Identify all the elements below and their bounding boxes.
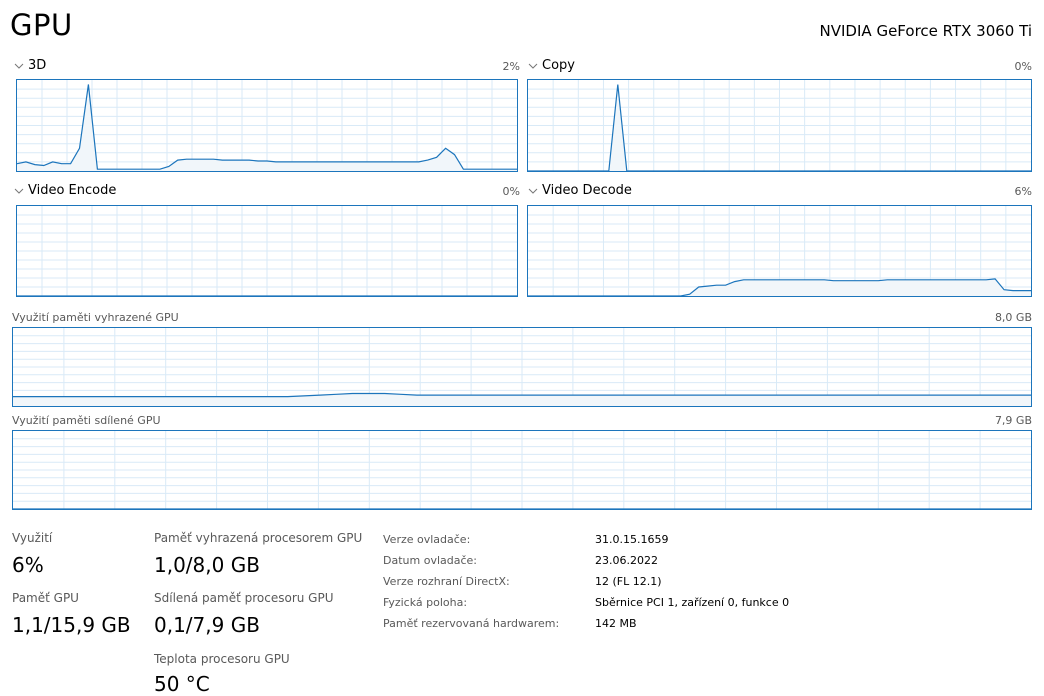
hardware-reserved-value: 142 MB: [595, 617, 637, 630]
engine-graph-3d: [16, 79, 518, 172]
directx-version-label: Verze rozhraní DirectX:: [383, 575, 510, 588]
engine-percent-video-decode: 6%: [1014, 185, 1032, 198]
dedicated-memory-label: Paměť vyhrazená procesorem GPU: [154, 531, 363, 545]
chevron-down-icon: [14, 188, 24, 194]
dedicated-memory-graph: [12, 327, 1032, 407]
shared-memory-max: 7,9 GB: [994, 414, 1032, 427]
temperature-label: Teplota procesoru GPU: [154, 652, 290, 666]
driver-date-value: 23.06.2022: [595, 554, 658, 567]
directx-version-value: 12 (FL 12.1): [595, 575, 662, 588]
driver-date-label: Datum ovladače:: [383, 554, 477, 567]
engine-selector-copy[interactable]: Copy: [528, 58, 575, 73]
engine-graph-copy: [527, 79, 1032, 172]
page-title: GPU: [10, 8, 73, 42]
engine-graph-copy-svg: [528, 80, 1031, 171]
dedicated-memory-graph-svg: [13, 328, 1031, 406]
utilization-label: Využití: [12, 531, 53, 545]
engine-graph-video-encode-svg: [17, 206, 517, 296]
driver-version-value: 31.0.15.1659: [595, 533, 669, 546]
engine-graph-video-decode: [527, 205, 1032, 297]
engine-graph-video-encode: [16, 205, 518, 297]
engine-label-3d: 3D: [28, 58, 47, 73]
gpu-memory-value: 1,1/15,9 GB: [12, 613, 131, 637]
dedicated-memory-value: 1,0/8,0 GB: [154, 553, 260, 577]
device-name: NVIDIA GeForce RTX 3060 Ti: [819, 22, 1032, 40]
engine-selector-3d[interactable]: 3D: [14, 58, 46, 73]
engine-percent-video-encode: 0%: [502, 185, 520, 198]
shared-memory-label: Sdílená paměť procesoru GPU: [154, 591, 334, 605]
engine-label-copy: Copy: [542, 58, 575, 73]
utilization-value: 6%: [12, 553, 44, 577]
dedicated-memory-max: 8,0 GB: [994, 311, 1032, 324]
engine-percent-copy: 0%: [1014, 60, 1032, 73]
chevron-down-icon: [528, 188, 538, 194]
shared-memory-graph: [12, 430, 1032, 510]
engine-label-video-decode: Video Decode: [542, 183, 632, 198]
engine-selector-video-encode[interactable]: Video Encode: [14, 183, 116, 198]
temperature-value: 50 °C: [154, 672, 210, 696]
dedicated-memory-caption: Využití paměti vyhrazené GPU: [12, 311, 179, 324]
hardware-reserved-label: Paměť rezervovaná hardwarem:: [383, 617, 560, 630]
shared-memory-caption: Využití paměti sdílené GPU: [12, 414, 161, 427]
chevron-down-icon: [14, 63, 24, 69]
engine-percent-3d: 2%: [502, 60, 520, 73]
driver-version-label: Verze ovladače:: [383, 533, 471, 546]
engine-selector-video-decode[interactable]: Video Decode: [528, 183, 632, 198]
shared-memory-graph-svg: [13, 431, 1031, 509]
shared-memory-value: 0,1/7,9 GB: [154, 613, 260, 637]
engine-label-video-encode: Video Encode: [28, 183, 117, 198]
chevron-down-icon: [528, 63, 538, 69]
engine-graph-3d-svg: [17, 80, 517, 171]
physical-location-value: Sběrnice PCI 1, zařízení 0, funkce 0: [595, 596, 790, 609]
gpu-memory-label: Paměť GPU: [12, 591, 79, 605]
physical-location-label: Fyzická poloha:: [383, 596, 468, 609]
engine-graph-video-decode-svg: [528, 206, 1031, 296]
